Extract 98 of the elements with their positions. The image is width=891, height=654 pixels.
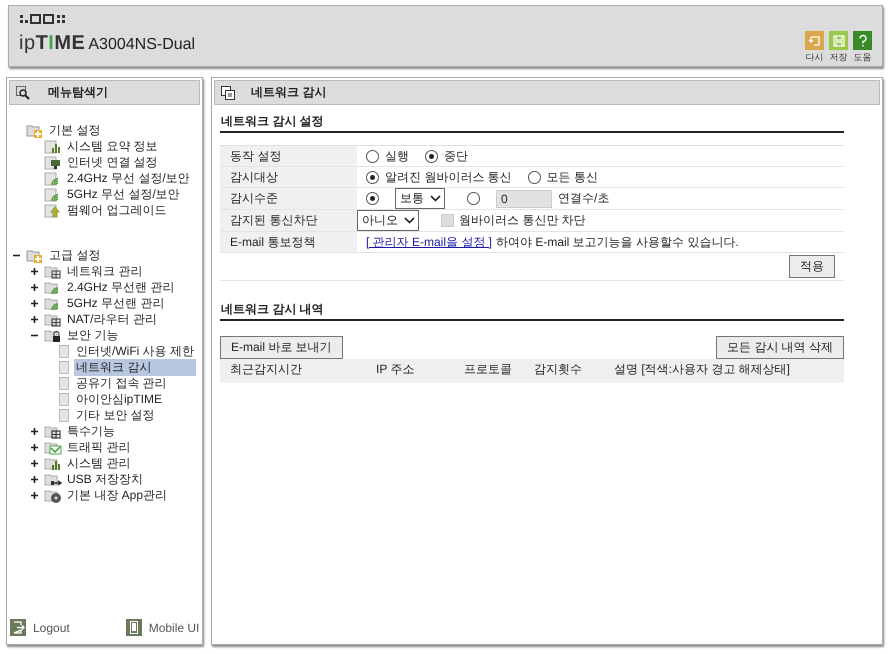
sidebar-title: 메뉴탐색기 (48, 84, 108, 101)
return-icon (805, 31, 824, 50)
tree-item[interactable]: 기본 설정 (47, 122, 102, 138)
section-title: 네트워크 감시 설정 (220, 105, 844, 133)
radio-button[interactable] (467, 192, 480, 205)
exit-icon (10, 619, 26, 636)
column-header: IP 주소 (376, 361, 416, 378)
logout-link[interactable]: Logout (10, 619, 70, 636)
field-label: 감시수준 (220, 188, 357, 209)
page-title: 네트워크 감시 (251, 84, 326, 101)
tree-item[interactable]: 네트워크 감시 (74, 358, 196, 376)
page-icon (59, 360, 69, 374)
field-label: 동작 설정 (220, 146, 357, 166)
usb-folder-icon (44, 472, 62, 486)
plus-icon[interactable] (31, 460, 38, 466)
option-label: 웜바이러스 통신만 차단 (459, 212, 586, 229)
tree-item[interactable]: 아이안심ipTIME (74, 390, 164, 408)
phone-icon (126, 619, 142, 636)
plus-icon[interactable] (31, 492, 38, 498)
upload-folder-icon (44, 202, 62, 218)
dropdown[interactable]: 아니오 (357, 210, 419, 231)
chart-folder-icon (44, 138, 62, 154)
tree-item[interactable]: 인터넷/WiFi 사용 제한 (74, 342, 196, 360)
radio-button[interactable] (366, 170, 379, 184)
column-header: 프로토콜 (464, 361, 513, 378)
folder-icon (26, 122, 44, 138)
field-label: 감지된 통신차단 (220, 210, 357, 231)
option-label: 알려진 웜바이러스 통신 (385, 168, 512, 186)
chevron-down-icon (430, 195, 441, 202)
tree-item[interactable]: 시스템 관리 (65, 454, 132, 472)
dropdown[interactable]: 보통 (395, 188, 445, 209)
minus-icon[interactable] (13, 252, 20, 258)
undo-button[interactable]: 다시 (805, 31, 824, 64)
plus-icon[interactable] (31, 284, 38, 290)
delete-all-button[interactable]: 모든 감시 내역 삭제 (716, 336, 844, 359)
page-icon (59, 344, 69, 358)
floppy-icon (829, 31, 848, 50)
help-button[interactable]: 도움 (853, 31, 872, 64)
tree-item[interactable]: 2.4GHz 무선랜 관리 (65, 278, 176, 296)
field-text: 연결수/초 (558, 190, 610, 207)
field-label: E-mail 통보정책 (220, 232, 357, 252)
option-label: 모든 통신 (546, 168, 598, 186)
tree-item[interactable]: USB 저장장치 (65, 470, 146, 488)
tree-item[interactable]: NAT/라우터 관리 (65, 310, 159, 328)
section-title: 네트워크 감시 내역 (220, 293, 844, 321)
mobile-link[interactable]: Mobile UI (126, 619, 200, 636)
plus-icon[interactable] (31, 268, 38, 274)
field-label: 감시대상 (220, 167, 357, 187)
column-header: 설명 [적색:사용자 경고 해제상태] (614, 361, 792, 378)
search-icon (16, 86, 32, 100)
chevron-down-icon (404, 217, 415, 224)
minus-icon[interactable] (31, 332, 38, 338)
option-label: 실행 (385, 148, 409, 164)
tree-item[interactable]: 5GHz 무선랜 관리 (65, 294, 166, 312)
radio-button[interactable] (425, 150, 438, 162)
save-button[interactable]: 저장 (829, 31, 848, 64)
model-name: A3004NS-Dual (88, 36, 196, 54)
folder-icon (26, 248, 44, 262)
tree-item[interactable]: 2.4GHz 무선 설정/보안 (65, 170, 192, 186)
window-icon (221, 86, 235, 100)
plus-icon[interactable] (31, 300, 38, 306)
tree-item[interactable]: 인터넷 연결 설정 (65, 154, 160, 170)
tree-item[interactable]: 트래픽 관리 (65, 438, 132, 456)
page-icon (59, 408, 69, 422)
field-text: 하여야 E-mail 보고기능을 사용할수 있습니다. (496, 234, 739, 250)
plus-icon[interactable] (31, 444, 38, 450)
option-label: 중단 (444, 148, 468, 164)
column-header: 감지횟수 (534, 361, 583, 378)
logo: ipTIME (19, 32, 86, 55)
tree-item[interactable]: 5GHz 무선 설정/보안 (65, 186, 182, 202)
tree-item[interactable]: 기타 보안 설정 (74, 406, 157, 424)
plus-icon[interactable] (31, 476, 38, 482)
radio-button[interactable] (366, 192, 379, 205)
lock-folder-icon (44, 328, 62, 342)
traffic-folder-icon (44, 440, 62, 454)
email-settings-link[interactable]: [ 관리자 E-mail을 설정 ] (366, 234, 492, 250)
tree-item[interactable]: 시스템 요약 정보 (65, 138, 160, 154)
apply-button[interactable]: 적용 (789, 255, 835, 278)
plus-icon[interactable] (31, 428, 38, 434)
chart-folder-icon (44, 456, 62, 470)
send-email-button[interactable]: E-mail 바로 보내기 (220, 336, 343, 359)
column-header: 최근감지시간 (230, 361, 303, 378)
tree-item[interactable]: 네트워크 관리 (65, 262, 144, 280)
radio-button[interactable] (366, 150, 379, 162)
tree-item[interactable]: 펌웨어 업그레이드 (65, 202, 168, 218)
tree-item[interactable]: 공유기 접속 관리 (74, 374, 169, 392)
disc-folder-icon (44, 488, 62, 502)
grid-folder-icon (44, 424, 62, 438)
plus-icon[interactable] (31, 316, 38, 322)
tree-item[interactable]: 보안 기능 (65, 326, 120, 344)
page-icon (59, 392, 69, 406)
tree-item[interactable]: 기본 내장 App관리 (65, 486, 170, 504)
monitor-folder-icon (44, 154, 62, 170)
radio-button[interactable] (528, 170, 541, 184)
help-icon (853, 31, 872, 50)
tree-item[interactable]: 특수기능 (65, 422, 117, 440)
page-icon (59, 376, 69, 390)
tree-item[interactable]: 고급 설정 (47, 246, 102, 264)
